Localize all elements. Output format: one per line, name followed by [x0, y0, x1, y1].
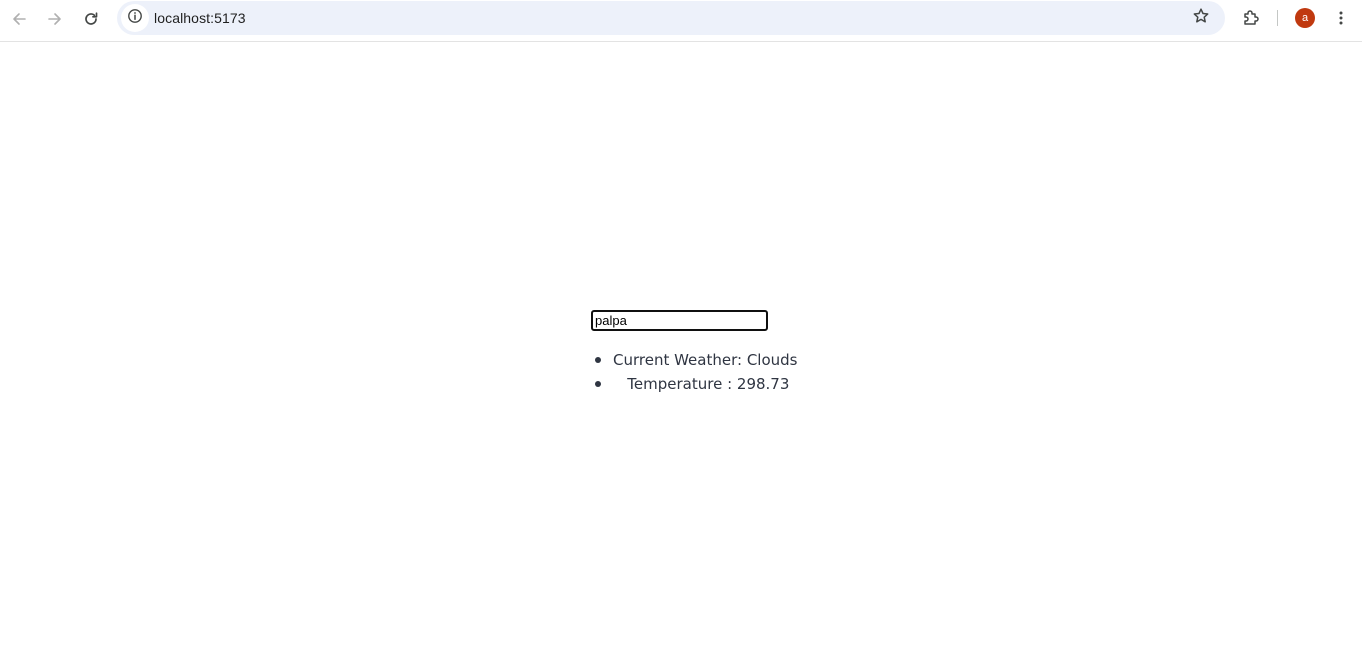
- puzzle-icon: [1242, 9, 1260, 27]
- back-button[interactable]: [5, 5, 33, 33]
- browser-menu-button[interactable]: [1327, 4, 1355, 32]
- arrow-right-icon: [47, 11, 63, 27]
- reload-icon: [83, 11, 99, 27]
- arrow-left-icon: [11, 11, 27, 27]
- forward-button[interactable]: [41, 5, 69, 33]
- weather-condition-text: Current Weather: Clouds: [613, 351, 798, 369]
- profile-avatar[interactable]: a: [1295, 8, 1315, 28]
- temperature-text: Temperature : 298.73: [613, 375, 790, 393]
- weather-list: Current Weather: Clouds Temperature : 29…: [595, 349, 797, 397]
- extensions-button[interactable]: [1237, 4, 1265, 32]
- bullet-icon: [595, 381, 601, 387]
- temperature-item: Temperature : 298.73: [595, 373, 789, 397]
- info-icon: [127, 8, 143, 29]
- weather-condition-item: Current Weather: Clouds: [595, 349, 797, 373]
- page-content: Current Weather: Clouds Temperature : 29…: [0, 42, 1362, 671]
- star-icon: [1192, 7, 1210, 30]
- url-text[interactable]: localhost:5173: [154, 10, 246, 26]
- toolbar-divider: [1277, 10, 1278, 26]
- browser-toolbar: localhost:5173 a: [0, 0, 1362, 42]
- site-info-button[interactable]: [121, 4, 149, 32]
- bullet-icon: [595, 357, 601, 363]
- city-search-input[interactable]: [591, 310, 768, 331]
- kebab-menu-icon: [1333, 10, 1349, 26]
- bookmark-button[interactable]: [1187, 4, 1215, 32]
- reload-button[interactable]: [77, 5, 105, 33]
- address-bar[interactable]: localhost:5173: [117, 1, 1225, 35]
